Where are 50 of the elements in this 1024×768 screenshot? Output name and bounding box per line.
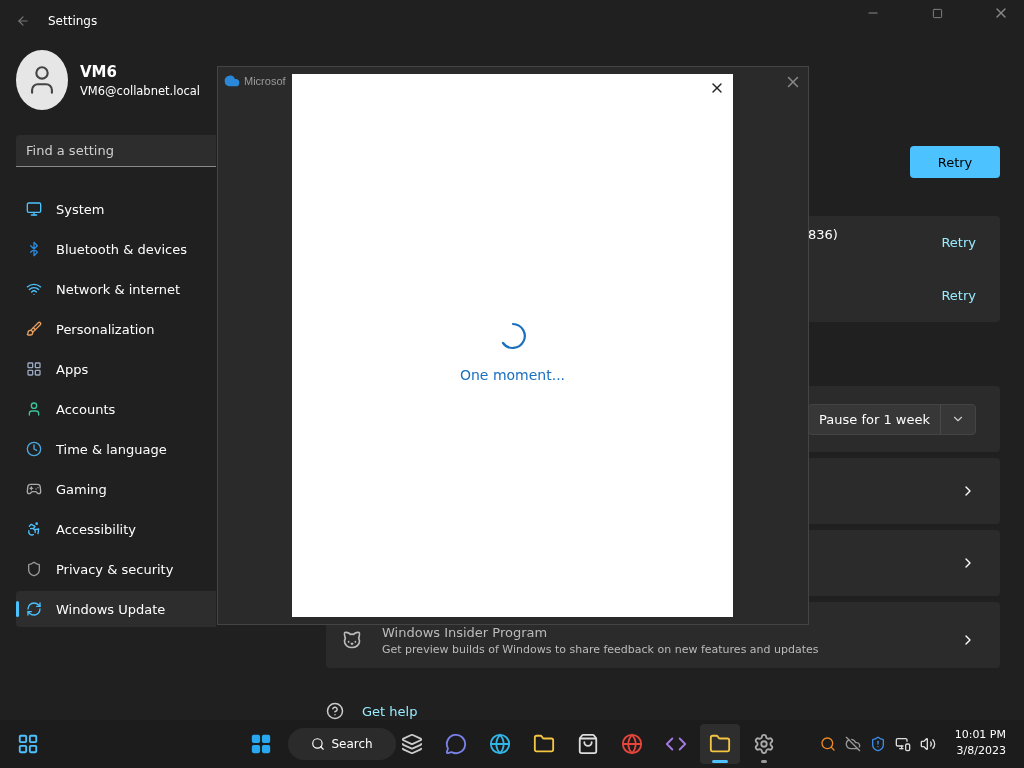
sidebar-item[interactable]: Bluetooth & devices <box>16 231 216 267</box>
pause-dropdown[interactable]: Pause for 1 week <box>808 403 976 435</box>
folder-icon[interactable] <box>700 724 740 764</box>
sidebar-item[interactable]: Network & internet <box>16 271 216 307</box>
volume-icon[interactable] <box>920 736 936 752</box>
accessibility-icon <box>26 521 42 537</box>
back-icon[interactable] <box>16 14 30 28</box>
sidebar-item[interactable]: Time & language <box>16 431 216 467</box>
cloud-off-icon[interactable] <box>845 736 861 752</box>
sidebar-item[interactable]: Apps <box>16 351 216 387</box>
user-name: VM6 <box>79 62 118 81</box>
avatar <box>16 50 68 110</box>
sidebar-item[interactable]: Accessibility <box>16 511 216 547</box>
card-title: Windows Insider Program <box>382 624 549 640</box>
sidebar-item[interactable]: Privacy & security <box>16 551 216 587</box>
shield-icon[interactable] <box>870 736 886 752</box>
window-title: Settings <box>48 14 99 28</box>
sidebar-item[interactable]: Windows Update <box>16 591 216 627</box>
wifi-icon <box>26 281 42 297</box>
sidebar-item[interactable]: Gaming <box>16 471 216 507</box>
grid-icon <box>26 361 42 377</box>
person-icon <box>26 401 42 417</box>
sidebar-item[interactable]: Accounts <box>16 391 216 427</box>
sidebar-item[interactable]: Personalization <box>16 311 216 347</box>
search-field[interactable]: Find a setting <box>16 135 216 167</box>
retry-link[interactable]: Retry <box>941 235 976 250</box>
shield-icon <box>26 561 42 577</box>
retry-button[interactable]: Retry <box>910 146 1000 178</box>
user-email: VM6@collabnet.local <box>79 83 200 98</box>
clock-date[interactable]: 3/8/2023 <box>956 744 1006 757</box>
help-link[interactable]: Get help <box>362 703 418 719</box>
dialog-title: Microsof <box>244 75 286 87</box>
refresh-icon <box>26 601 42 617</box>
gamepad-icon <box>26 481 42 497</box>
search-icon[interactable] <box>820 736 836 752</box>
clock-icon <box>26 441 42 457</box>
help-icon <box>326 702 344 720</box>
cat-icon <box>342 630 362 650</box>
update-title: 836) <box>808 227 839 242</box>
retry-link[interactable]: Retry <box>941 288 976 303</box>
taskbar-search[interactable]: Search <box>288 728 396 760</box>
monitor-icon <box>26 201 42 217</box>
search-icon <box>311 737 326 751</box>
card-description: Get preview builds of Windows to share feedback on new features and updates <box>382 642 819 656</box>
network-icon[interactable] <box>895 736 911 752</box>
brush-icon <box>26 321 42 337</box>
loading-message: One moment... <box>459 367 566 383</box>
sidebar-item[interactable]: System <box>16 191 216 227</box>
cloud-icon <box>224 73 240 89</box>
clock-time[interactable]: 10:01 PM <box>954 728 1006 741</box>
